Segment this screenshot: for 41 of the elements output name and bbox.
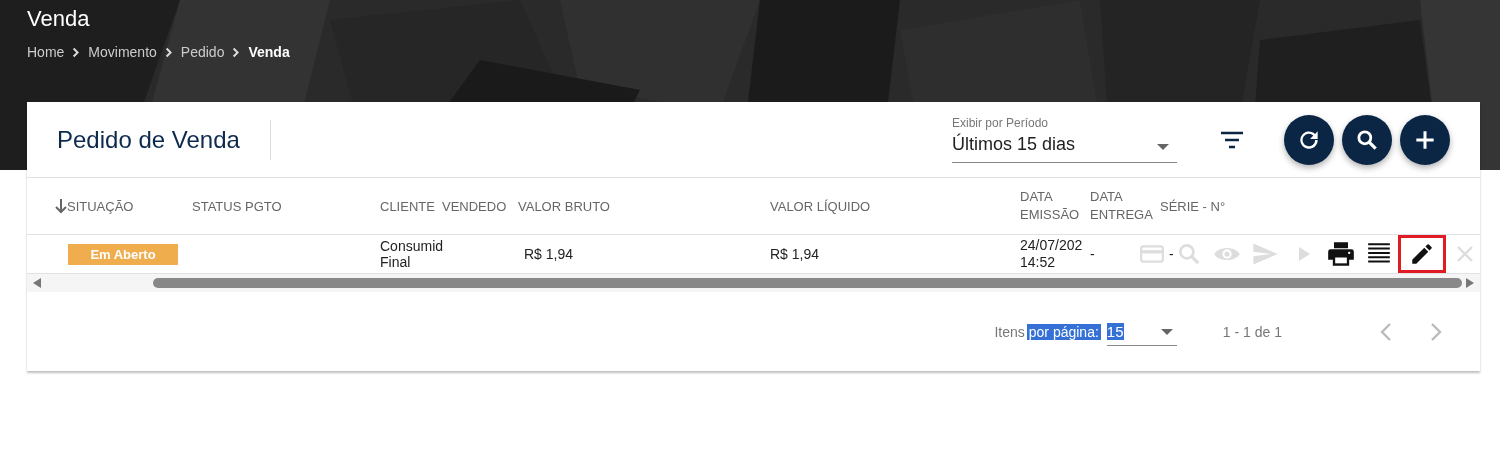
chevron-right-icon (164, 46, 173, 58)
table-cell: - (1169, 246, 1174, 262)
dropdown-caret-icon (1157, 144, 1169, 150)
breadcrumb-item[interactable]: Movimento (88, 44, 157, 60)
column-header[interactable]: SITUAÇÃO (67, 198, 134, 214)
page-range: 1 - 1 de 1 (1222, 324, 1282, 340)
breadcrumb-item[interactable]: Pedido (180, 44, 225, 60)
refresh-button[interactable] (1284, 114, 1334, 165)
column-header[interactable]: VENDEDO (442, 198, 507, 214)
breadcrumb-item: Venda (248, 44, 290, 60)
table-cell: R$ 1,94 (524, 246, 574, 262)
column-header[interactable]: SÉRIE - N° (1160, 198, 1226, 214)
column-header[interactable]: CLIENTE (380, 198, 435, 214)
scroll-right-icon[interactable] (1466, 278, 1474, 288)
add-button[interactable] (1400, 114, 1450, 165)
breadcrumb-item[interactable]: Home (27, 44, 65, 60)
dropdown-caret-icon (1160, 328, 1173, 335)
scroll-left-icon[interactable] (33, 278, 41, 288)
column-header[interactable]: DATA EMISSÃO (1020, 188, 1084, 224)
table-cell-text: 24/07/202 14:52 (1020, 237, 1084, 271)
column-header[interactable]: DATA ENTREGA (1090, 188, 1154, 224)
column-header[interactable]: VALOR LÍQUIDO (770, 198, 871, 214)
filter-icon[interactable] (1220, 130, 1244, 149)
column-header[interactable]: VALOR BRUTO (518, 198, 610, 214)
table-cell: R$ 1,94 (770, 246, 820, 262)
page-title: Venda (27, 6, 91, 32)
search-button[interactable] (1342, 114, 1392, 165)
table-cell: - (1090, 246, 1095, 262)
edit-icon[interactable] (1397, 235, 1446, 273)
column-header[interactable]: STATUS PGTO (192, 198, 282, 214)
chevron-right-icon (232, 46, 241, 58)
period-select[interactable]: Exibir por Período Últimos 15 dias (952, 116, 1177, 163)
items-per-page-label: Itens (993, 324, 1026, 340)
status-badge: Em Aberto (68, 243, 178, 265)
horizontal-scrollbar[interactable] (27, 274, 1480, 292)
table-cell-text: Consumid Final (380, 238, 445, 270)
items-per-page-label: por página: (1026, 324, 1101, 340)
sort-arrow-icon[interactable] (55, 198, 67, 214)
card-title: Pedido de Venda (57, 125, 240, 154)
page-size-select[interactable]: 15 (1106, 318, 1177, 346)
chevron-right-icon (72, 46, 81, 58)
